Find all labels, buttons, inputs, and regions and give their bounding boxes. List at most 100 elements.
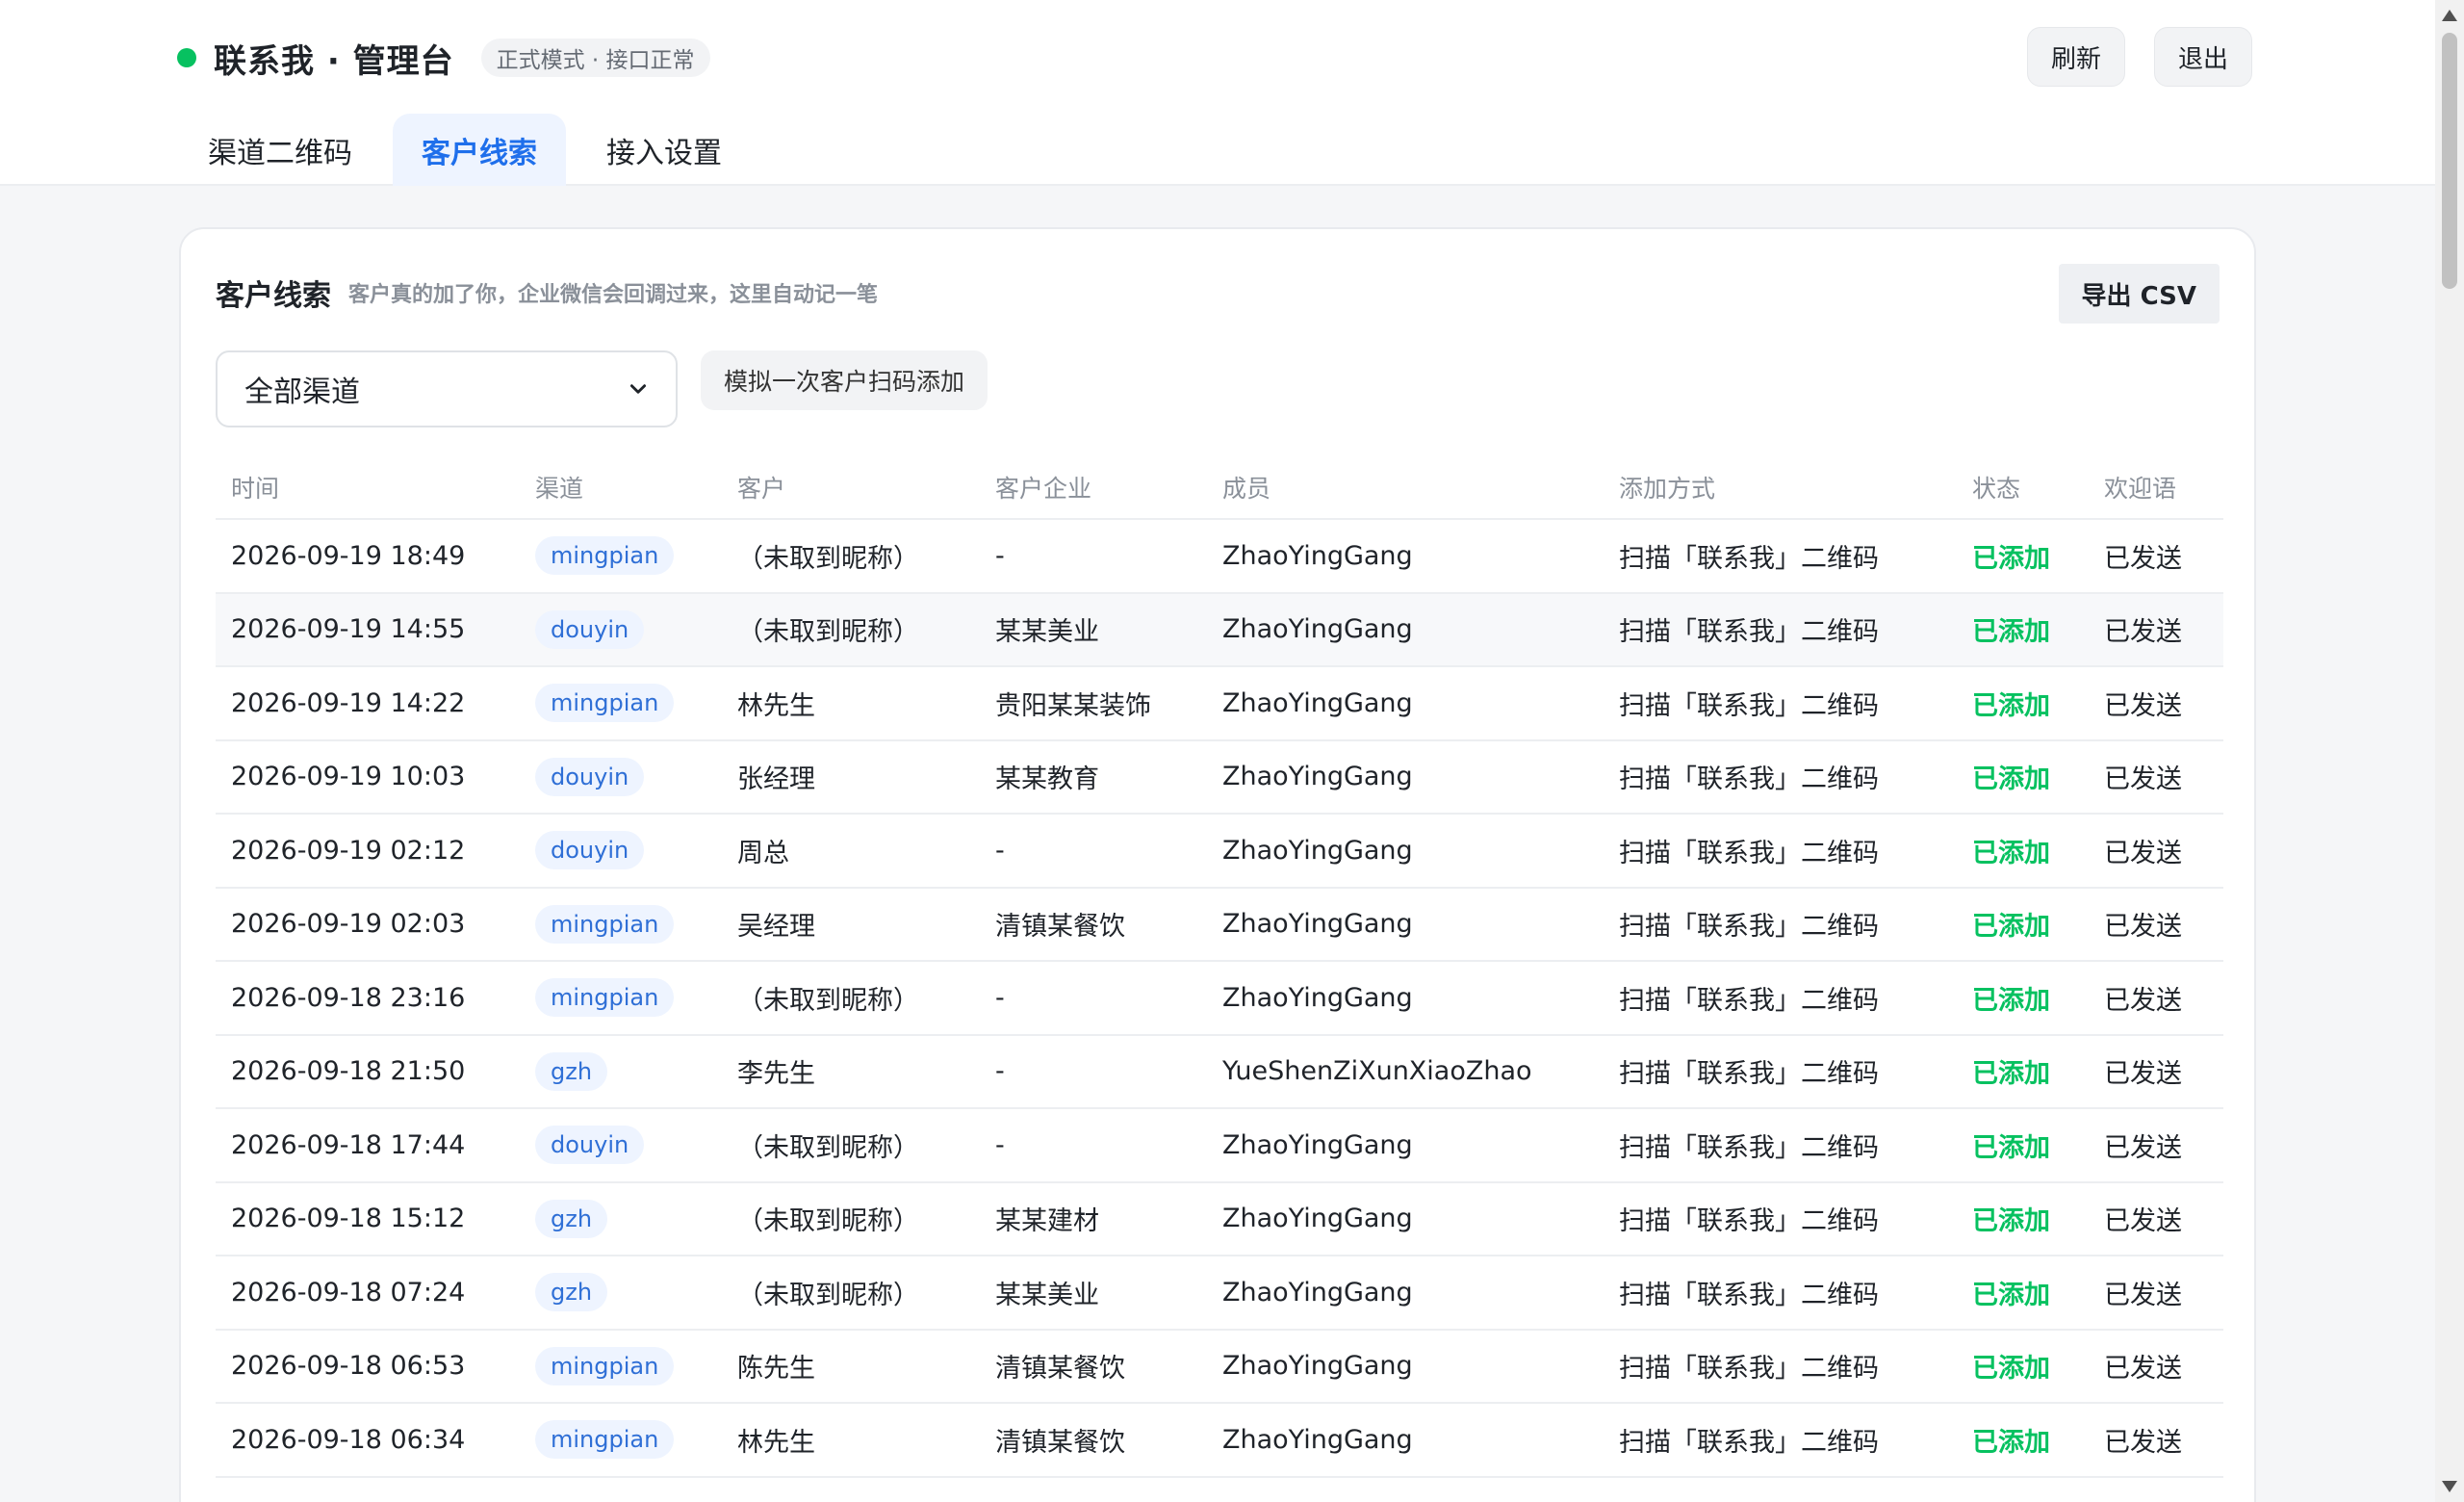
cell-welcome: 已发送 [2104,690,2182,721]
cell-channel: mingpian [520,1346,722,1385]
refresh-button[interactable]: 刷新 [2026,27,2125,87]
cell-company: 某某美业 [995,617,1099,648]
cell-state: 已添加 [1957,1421,2089,1459]
logout-button[interactable]: 退出 [2153,27,2252,87]
table-row: 2026-09-19 10:03 douyin 张经理 某某教育 ZhaoYingGan… [216,741,2223,815]
cell-customer: （未取到昵称） [737,617,919,648]
cell-method: 扫描「联系我」二维码 [1619,690,1879,721]
table-row: 2026-09-18 07:24 gzh （未取到昵称） 某某美业 ZhaoYingGa… [216,1256,2223,1331]
cell-welcome: 已发送 [2104,1132,2182,1163]
table-row: 2026-09-18 06:34 mingpian 林先生 清镇某餐饮 ZhaoYing… [216,1404,2223,1478]
tab-customer-leads[interactable]: 客户线索 [393,114,566,186]
cell-method: 扫描「联系我」二维码 [1619,1427,1879,1458]
table-body: 2026-09-19 18:49 mingpian （未取到昵称） - ZhaoYing… [216,520,2223,1478]
filter-bar: 全部渠道 模拟一次客户扫码添加 [216,350,988,427]
header-welcome: 欢迎语 [2104,475,2177,503]
cell-welcome: 已发送 [2104,1280,2182,1310]
cell-state: 已添加 [1957,1200,2089,1237]
channel-tag: mingpian [535,1346,675,1385]
cell-state: 已添加 [1957,1347,2089,1385]
cell-customer: （未取到昵称） [737,1206,919,1237]
cell-member: YueShenZiXunXiaoZhao [1222,1056,1532,1087]
cell-method: 扫描「联系我」二维码 [1619,1354,1879,1385]
cell-company: 清镇某餐饮 [995,1427,1125,1458]
channel-tag: mingpian [535,536,675,576]
cell-company: - [995,1129,1005,1160]
scroll-down-icon[interactable] [2442,1481,2457,1492]
cell-state: 已添加 [1957,685,2089,722]
cell-state: 已添加 [1957,1274,2089,1311]
status-badge: 已添加 [1972,912,2050,943]
cell-method: 扫描「联系我」二维码 [1619,1132,1879,1163]
cell-member: ZhaoYingGang [1222,614,1413,645]
cell-member: ZhaoYingGang [1222,540,1413,571]
table-row: 2026-09-18 23:16 mingpian （未取到昵称） - ZhaoYing… [216,962,2223,1036]
top-bar: 联系我 · 管理台 正式模式 · 接口正常 刷新 退出 渠道二维码 客户线索 接… [0,0,2435,186]
cell-welcome: 已发送 [2104,1206,2182,1237]
cell-method: 扫描「联系我」二维码 [1619,543,1879,574]
cell-time: 2026-09-19 02:12 [231,835,466,866]
cell-time: 2026-09-19 18:49 [231,540,466,571]
status-badge: 已添加 [1972,1206,2050,1237]
cell-welcome: 已发送 [2104,1354,2182,1385]
export-csv-button[interactable]: 导出 CSV [2058,264,2220,324]
status-badge: 已添加 [1972,764,2050,795]
cell-channel: douyin [520,1126,722,1165]
cell-customer: 李先生 [737,1059,815,1090]
panel-subtitle: 客户真的加了你，企业微信会回调过来，这里自动记一笔 [348,283,879,307]
cell-customer: （未取到昵称） [737,1132,919,1163]
cell-method: 扫描「联系我」二维码 [1619,1280,1879,1310]
cell-time: 2026-09-18 15:12 [231,1204,466,1234]
cell-member: ZhaoYingGang [1222,1424,1413,1455]
header-state: 状态 [1972,475,2021,503]
simulate-add-button[interactable]: 模拟一次客户扫码添加 [701,350,988,410]
table-row: 2026-09-19 02:12 douyin 周总 - ZhaoYingGang 扫描「… [216,815,2223,889]
channel-tag: gzh [535,1051,608,1091]
cell-welcome: 已发送 [2104,912,2182,943]
top-actions: 刷新 退出 [2026,27,2252,87]
cell-channel: mingpian [520,684,722,723]
scroll-thumb[interactable] [2442,33,2457,289]
channel-tag: mingpian [535,1420,675,1460]
status-badge: 已添加 [1972,1354,2050,1385]
cell-member: ZhaoYingGang [1222,762,1413,792]
cell-customer: （未取到昵称） [737,1280,919,1310]
cell-customer: 吴经理 [737,912,815,943]
cell-channel: mingpian [520,1420,722,1460]
table-row: 2026-09-19 18:49 mingpian （未取到昵称） - ZhaoYing… [216,520,2223,594]
cell-method: 扫描「联系我」二维码 [1619,1206,1879,1237]
cell-customer: 周总 [737,838,789,868]
cell-welcome: 已发送 [2104,985,2182,1016]
cell-channel: gzh [520,1273,722,1312]
leads-table: 时间 渠道 客户 客户企业 成员 添加方式 状态 欢迎语 2026-09-19 … [216,456,2223,1478]
status-badge: 已添加 [1972,1427,2050,1458]
cell-welcome: 已发送 [2104,543,2182,574]
cell-customer: （未取到昵称） [737,985,919,1016]
cell-channel: mingpian [520,904,722,944]
cell-time: 2026-09-19 10:03 [231,762,466,792]
cell-time: 2026-09-18 21:50 [231,1056,466,1087]
channel-tag: gzh [535,1199,608,1238]
page-scrollbar[interactable] [2435,0,2464,1502]
tab-integration-settings[interactable]: 接入设置 [578,114,751,186]
cell-member: ZhaoYingGang [1222,1277,1413,1308]
cell-member: ZhaoYingGang [1222,1204,1413,1234]
cell-time: 2026-09-19 02:03 [231,909,466,940]
scroll-up-icon[interactable] [2442,10,2457,21]
leads-panel: 客户线索 客户真的加了你，企业微信会回调过来，这里自动记一笔 导出 CSV 全部… [179,227,2256,1502]
cell-customer: 林先生 [737,1427,815,1458]
cell-channel: gzh [520,1051,722,1091]
channel-select[interactable]: 全部渠道 [216,350,678,427]
header-customer: 客户 [737,475,786,503]
panel-title: 客户线索 [216,279,331,313]
header-company: 客户企业 [995,475,1092,503]
mode-badge: 正式模式 · 接口正常 [480,39,710,77]
channel-tag: douyin [535,831,645,870]
header-channel: 渠道 [535,475,584,503]
cell-company: 某某教育 [995,764,1099,795]
tab-channel-qrcode[interactable]: 渠道二维码 [179,114,381,186]
channel-tag: mingpian [535,978,675,1018]
status-dot-icon [177,48,196,67]
chevron-down-icon [629,384,647,394]
channel-tag: mingpian [535,684,675,723]
